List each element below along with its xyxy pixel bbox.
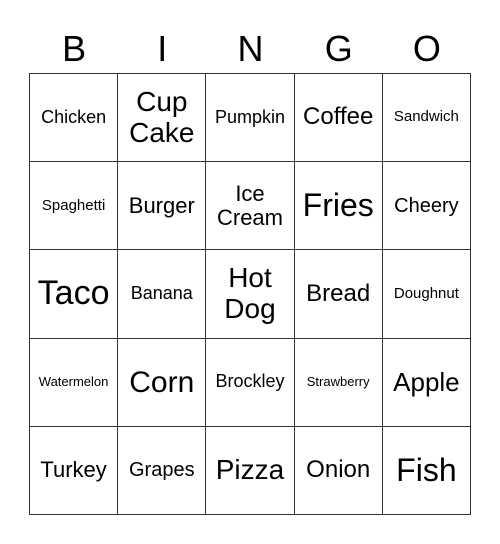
bingo-cell[interactable]: Cup Cake xyxy=(118,74,207,163)
bingo-cell[interactable]: Banana xyxy=(118,250,207,339)
header-letter-o: O xyxy=(412,28,441,69)
bingo-cell[interactable]: Grapes xyxy=(118,426,207,515)
bingo-cell[interactable]: Pizza xyxy=(206,426,295,515)
bingo-cell[interactable]: Strawberry xyxy=(294,338,383,427)
bingo-cell[interactable]: Taco xyxy=(30,250,119,339)
bingo-cell[interactable]: Turkey xyxy=(30,426,119,515)
bingo-cell[interactable]: Pumpkin xyxy=(206,74,295,163)
bingo-cell[interactable]: Coffee xyxy=(294,74,383,163)
bingo-cell[interactable]: Cheery xyxy=(382,162,471,251)
bingo-cell[interactable]: Spaghetti xyxy=(30,162,119,251)
bingo-cell[interactable]: Fries xyxy=(294,162,383,251)
bingo-cell[interactable]: Bread xyxy=(294,250,383,339)
bingo-cell[interactable]: Burger xyxy=(118,162,207,251)
bingo-cell[interactable]: Ice Cream xyxy=(206,162,295,251)
bingo-cell[interactable]: Apple xyxy=(382,338,471,427)
bingo-cell[interactable]: Doughnut xyxy=(382,250,471,339)
header-letter-n: N xyxy=(237,28,264,69)
bingo-cell[interactable]: Brockley xyxy=(206,338,295,427)
bingo-cell[interactable]: Chicken xyxy=(30,74,119,163)
bingo-cell[interactable]: Watermelon xyxy=(30,338,119,427)
header-letter-b: B xyxy=(62,28,87,69)
bingo-header: B I N G O xyxy=(30,26,471,72)
header-letter-i: I xyxy=(157,28,168,69)
header-letter-g: G xyxy=(324,28,353,69)
bingo-grid: Chicken Cup Cake Pumpkin Coffee Sandwich… xyxy=(29,73,471,515)
bingo-cell[interactable]: Onion xyxy=(294,426,383,515)
bingo-cell[interactable]: Fish xyxy=(382,426,471,515)
bingo-cell[interactable]: Corn xyxy=(118,338,207,427)
bingo-cell[interactable]: Sandwich xyxy=(382,74,471,163)
bingo-cell[interactable]: Hot Dog xyxy=(206,250,295,339)
